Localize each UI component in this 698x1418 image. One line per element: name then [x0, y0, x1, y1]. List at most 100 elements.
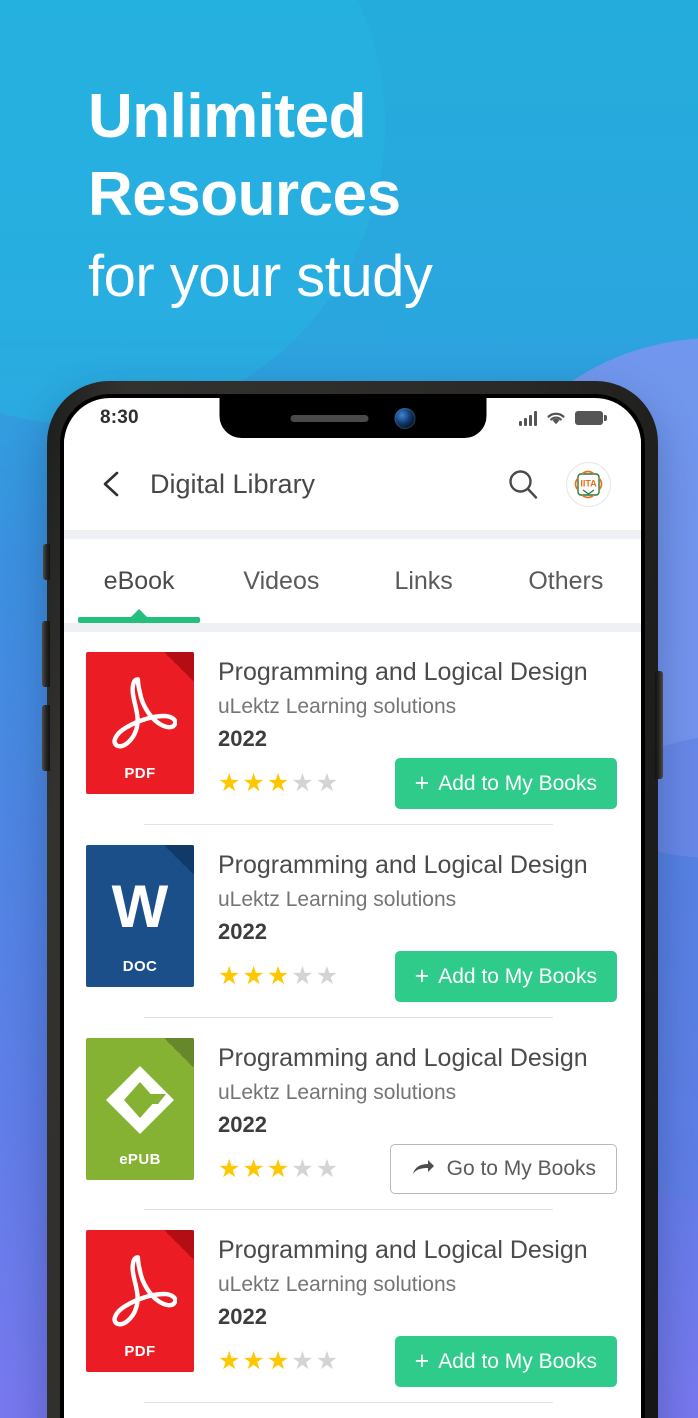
book-title: Programming and Logical Design [218, 851, 588, 879]
book-year: 2022 [218, 919, 267, 944]
button-label: Add to My Books [438, 964, 597, 988]
book-actions-row: ★ ★ ★ ★ ★ + Add to My Books [218, 1336, 617, 1403]
file-type-icon-doc: W DOC [86, 845, 194, 987]
add-to-my-books-button[interactable]: + Add to My Books [394, 758, 617, 809]
file-type-label: PDF [124, 765, 156, 782]
star-1-filled: ★ [218, 962, 241, 990]
star-5-empty: ★ [315, 1154, 339, 1183]
cellular-signal-icon [519, 410, 537, 426]
star-1-filled: ★ [218, 1154, 241, 1183]
front-camera-icon [394, 407, 415, 429]
book-details: Programming and Logical Design uLektz Le… [194, 843, 617, 1018]
rating-stars: ★ ★ ★ ★ ★ [218, 771, 338, 796]
book-title: Programming and Logical Design [218, 1044, 588, 1072]
headline-line-2: Resources [88, 160, 401, 229]
file-type-label: PDF [124, 1343, 156, 1360]
tab-label: Others [528, 566, 604, 595]
book-actions-row: ★ ★ ★ ★ ★ Go to My Books [218, 1144, 617, 1210]
chevron-left-icon [103, 471, 119, 497]
phone-mockup: 8:30 Digital Library IITA eBook Videos L… [42, 381, 663, 1418]
book-list-item-3[interactable]: ePUB Programming and Logical Design uLek… [64, 1018, 641, 1210]
page-fold-corner [164, 845, 194, 875]
add-to-my-books-button[interactable]: + Add to My Books [394, 951, 617, 1002]
app-bar-divider [64, 530, 641, 539]
phone-power-button[interactable] [655, 671, 663, 779]
search-button[interactable] [500, 461, 546, 507]
phone-volume-down-button[interactable] [42, 705, 50, 771]
status-icons [519, 410, 607, 426]
tab-bar: eBook Videos Links Others [64, 539, 641, 623]
book-details: Programming and Logical Design uLektz Le… [194, 1036, 617, 1210]
file-type-label: ePUB [119, 1151, 161, 1168]
book-details: Programming and Logical Design uLektz Le… [194, 650, 617, 825]
institution-logo-icon: IITA [574, 470, 603, 498]
page-fold-corner [164, 652, 194, 682]
book-list-item-2[interactable]: W DOC Programming and Logical Design uLe… [64, 825, 641, 1018]
go-to-my-books-button[interactable]: Go to My Books [389, 1144, 617, 1194]
tab-ebook[interactable]: eBook [68, 539, 210, 623]
app-bar: Digital Library IITA [64, 438, 641, 530]
phone-volume-up-button[interactable] [42, 621, 50, 687]
star-3-filled: ★ [266, 1347, 290, 1375]
star-2-filled: ★ [242, 1347, 265, 1375]
battery-icon [575, 411, 607, 425]
promo-headline: Unlimited Resources for your study [88, 78, 658, 320]
book-author: uLektz Learning solutions [218, 1081, 457, 1104]
book-thumbnail: W DOC [86, 843, 194, 1018]
rating-stars: ★ ★ ★ ★ ★ [218, 964, 338, 989]
phone-mute-switch[interactable] [43, 544, 50, 580]
plus-icon: + [414, 1347, 430, 1375]
svg-text:IITA: IITA [580, 478, 597, 488]
add-to-my-books-button[interactable]: + Add to My Books [394, 1336, 617, 1387]
tab-label: eBook [103, 566, 175, 595]
list-separator [144, 1402, 553, 1403]
phone-bezel: 8:30 Digital Library IITA eBook Videos L… [60, 394, 645, 1418]
button-label: Add to My Books [438, 1349, 597, 1373]
tab-label: Links [394, 566, 453, 595]
book-title: Programming and Logical Design [218, 1236, 588, 1264]
page-fold-corner [164, 1230, 194, 1260]
plus-icon: + [414, 962, 430, 990]
file-type-label: DOC [122, 958, 158, 975]
tab-others[interactable]: Others [495, 539, 637, 623]
word-w-icon: W [111, 873, 169, 940]
rating-stars: ★ ★ ★ ★ ★ [218, 1154, 339, 1183]
book-thumbnail: PDF [86, 650, 194, 825]
book-thumbnail: PDF [86, 1228, 194, 1403]
back-button[interactable] [88, 461, 134, 507]
avatar[interactable]: IITA [566, 461, 611, 507]
book-year: 2022 [218, 1304, 267, 1329]
book-actions-row: ★ ★ ★ ★ ★ + Add to My Books [218, 951, 617, 1018]
star-4-empty: ★ [291, 962, 314, 990]
tab-videos[interactable]: Videos [210, 539, 352, 623]
button-label: Add to My Books [438, 771, 597, 795]
book-title: Programming and Logical Design [218, 658, 588, 686]
star-1-filled: ★ [218, 1347, 241, 1375]
arrow-right-icon [412, 1160, 434, 1174]
status-time: 8:30 [100, 407, 139, 428]
wifi-icon [547, 412, 565, 424]
tab-bar-divider [64, 623, 641, 632]
pdf-swirl-icon [112, 1255, 177, 1327]
book-year: 2022 [218, 1112, 267, 1137]
plus-icon: + [414, 769, 430, 797]
page-fold-corner [164, 1038, 194, 1068]
tab-active-underline [78, 617, 201, 623]
tab-links[interactable]: Links [353, 539, 495, 623]
star-3-filled: ★ [266, 769, 290, 797]
file-type-icon-epub: ePUB [86, 1038, 194, 1180]
star-3-filled: ★ [266, 1154, 290, 1183]
page-title: Digital Library [150, 468, 316, 499]
phone-notch [219, 398, 486, 438]
file-type-icon-pdf: PDF [86, 652, 194, 794]
book-list-item-4[interactable]: PDF Programming and Logical Design uLekt… [64, 1210, 641, 1403]
book-author: uLektz Learning solutions [218, 1273, 457, 1296]
headline-line-1: Unlimited [88, 82, 366, 151]
book-author: uLektz Learning solutions [218, 888, 457, 911]
star-2-filled: ★ [242, 769, 265, 797]
file-type-icon-pdf: PDF [86, 1230, 194, 1372]
book-list-item-1[interactable]: PDF Programming and Logical Design uLekt… [64, 632, 641, 825]
star-2-filled: ★ [242, 962, 265, 990]
book-list: PDF Programming and Logical Design uLekt… [64, 632, 641, 1403]
tab-label: Videos [243, 566, 320, 595]
